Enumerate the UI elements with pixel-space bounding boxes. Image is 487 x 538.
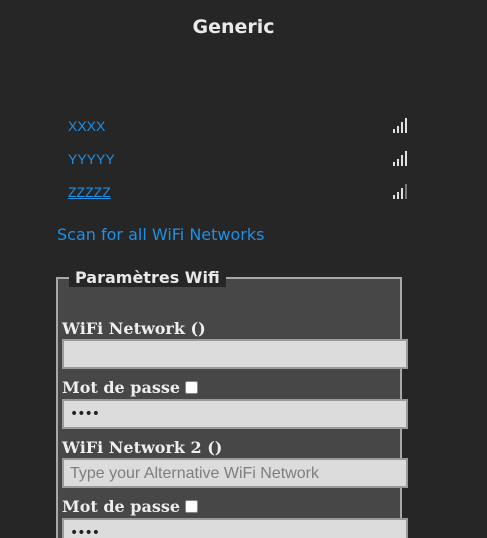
signal-strength-icon bbox=[392, 151, 408, 166]
password1-label: Mot de passe bbox=[62, 378, 199, 397]
wifi-settings-fieldset: Paramètres Wifi WiFi Network () Mot de p… bbox=[56, 268, 408, 538]
wifi-settings-legend: Paramètres Wifi bbox=[69, 268, 226, 287]
network2-label-text: WiFi Network 2 () bbox=[62, 438, 223, 457]
password1-label-text: Mot de passe bbox=[62, 378, 181, 397]
wifi-config-page: Generic XXXX YYYYY ZZZZZ Scan for all Wi… bbox=[0, 0, 487, 538]
network-name-link[interactable]: YYYYY bbox=[68, 151, 115, 167]
password1-input[interactable] bbox=[62, 399, 408, 429]
page-title: Generic bbox=[192, 16, 275, 38]
password2-input[interactable] bbox=[62, 518, 408, 538]
network-name-link[interactable]: ZZZZZ bbox=[68, 184, 111, 200]
password2-label: Mot de passe bbox=[62, 497, 199, 516]
network1-label-text: WiFi Network () bbox=[62, 319, 206, 338]
network1-input[interactable] bbox=[62, 339, 408, 369]
password2-label-text: Mot de passe bbox=[62, 497, 181, 516]
network2-input[interactable] bbox=[62, 458, 408, 488]
show-password1-checkbox[interactable] bbox=[185, 381, 199, 394]
network-item[interactable]: ZZZZZ bbox=[62, 178, 412, 211]
network-name-link[interactable]: XXXX bbox=[68, 118, 105, 134]
network-item[interactable]: YYYYY bbox=[62, 145, 412, 178]
signal-strength-icon bbox=[392, 184, 408, 199]
network2-label: WiFi Network 2 () bbox=[62, 438, 222, 457]
show-password2-checkbox[interactable] bbox=[185, 500, 199, 513]
network-item[interactable]: XXXX bbox=[62, 112, 412, 145]
network-list: XXXX YYYYY ZZZZZ bbox=[62, 112, 412, 211]
signal-strength-icon bbox=[392, 118, 408, 133]
network1-label: WiFi Network () bbox=[62, 319, 206, 338]
scan-networks-link[interactable]: Scan for all WiFi Networks bbox=[57, 225, 264, 244]
